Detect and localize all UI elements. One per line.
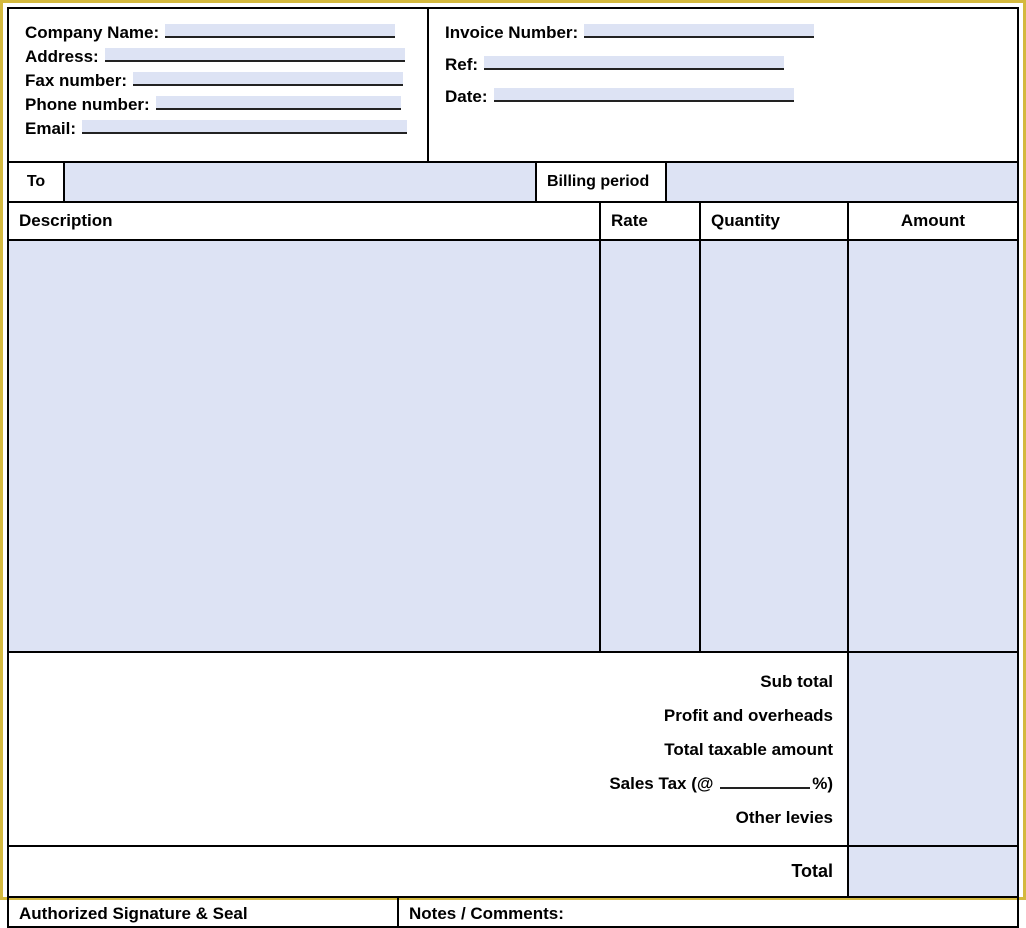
- col-quantity: Quantity: [701, 203, 849, 239]
- to-input[interactable]: [65, 163, 537, 201]
- totals-section: Sub total Profit and overheads Total tax…: [7, 653, 1019, 847]
- quantity-area[interactable]: [701, 241, 849, 651]
- description-area[interactable]: [9, 241, 601, 651]
- profit-overheads-label: Profit and overheads: [23, 699, 833, 733]
- address-field: Address:: [25, 47, 411, 67]
- billing-period-label: Billing period: [537, 163, 667, 201]
- company-info-box: Company Name: Address: Fax number: Phone…: [7, 7, 427, 163]
- phone-label: Phone number:: [25, 95, 150, 115]
- sales-tax-suffix: %): [812, 774, 833, 793]
- invoice-number-label: Invoice Number:: [445, 23, 578, 43]
- sales-tax-prefix: Sales Tax (@: [609, 774, 713, 793]
- sales-tax-label: Sales Tax (@ %): [23, 767, 833, 801]
- date-field: Date:: [445, 87, 1001, 107]
- ref-label: Ref:: [445, 55, 478, 75]
- other-levies-label: Other levies: [23, 801, 833, 835]
- taxable-amount-label: Total taxable amount: [23, 733, 833, 767]
- invoice-number-field: Invoice Number:: [445, 23, 1001, 43]
- col-description: Description: [9, 203, 601, 239]
- ref-input[interactable]: [484, 56, 784, 70]
- col-amount: Amount: [849, 203, 1017, 239]
- invoice-number-input[interactable]: [584, 24, 814, 38]
- rate-area[interactable]: [601, 241, 701, 651]
- total-label: Total: [9, 847, 849, 896]
- to-label: To: [9, 163, 65, 201]
- items-header-row: Description Rate Quantity Amount: [7, 203, 1019, 241]
- sales-tax-rate-input[interactable]: [720, 787, 810, 789]
- grand-total-row: Total: [7, 847, 1019, 898]
- email-label: Email:: [25, 119, 76, 139]
- date-input[interactable]: [494, 88, 794, 102]
- fax-field: Fax number:: [25, 71, 411, 91]
- signature-label: Authorized Signature & Seal: [9, 898, 399, 926]
- invoice-info-box: Invoice Number: Ref: Date:: [427, 7, 1019, 163]
- header-section: Company Name: Address: Fax number: Phone…: [7, 7, 1019, 163]
- email-input[interactable]: [82, 120, 407, 134]
- company-name-field: Company Name:: [25, 23, 411, 43]
- email-field: Email:: [25, 119, 411, 139]
- phone-input[interactable]: [156, 96, 401, 110]
- ref-field: Ref:: [445, 55, 1001, 75]
- fax-label: Fax number:: [25, 71, 127, 91]
- totals-values-area[interactable]: [849, 653, 1017, 845]
- phone-field: Phone number:: [25, 95, 411, 115]
- notes-label: Notes / Comments:: [399, 898, 1017, 926]
- company-name-input[interactable]: [165, 24, 395, 38]
- billing-period-input[interactable]: [667, 163, 1017, 201]
- date-label: Date:: [445, 87, 488, 107]
- amount-area[interactable]: [849, 241, 1017, 651]
- totals-labels: Sub total Profit and overheads Total tax…: [9, 653, 849, 845]
- address-input[interactable]: [105, 48, 405, 62]
- col-rate: Rate: [601, 203, 701, 239]
- subtotal-label: Sub total: [23, 665, 833, 699]
- to-billing-row: To Billing period: [7, 163, 1019, 203]
- company-name-label: Company Name:: [25, 23, 159, 43]
- address-label: Address:: [25, 47, 99, 67]
- total-value-area[interactable]: [849, 847, 1017, 896]
- invoice-page: { "header": { "left": { "company_name_la…: [0, 0, 1026, 900]
- fax-input[interactable]: [133, 72, 403, 86]
- footer-row: Authorized Signature & Seal Notes / Comm…: [7, 898, 1019, 928]
- items-body-row: [7, 241, 1019, 653]
